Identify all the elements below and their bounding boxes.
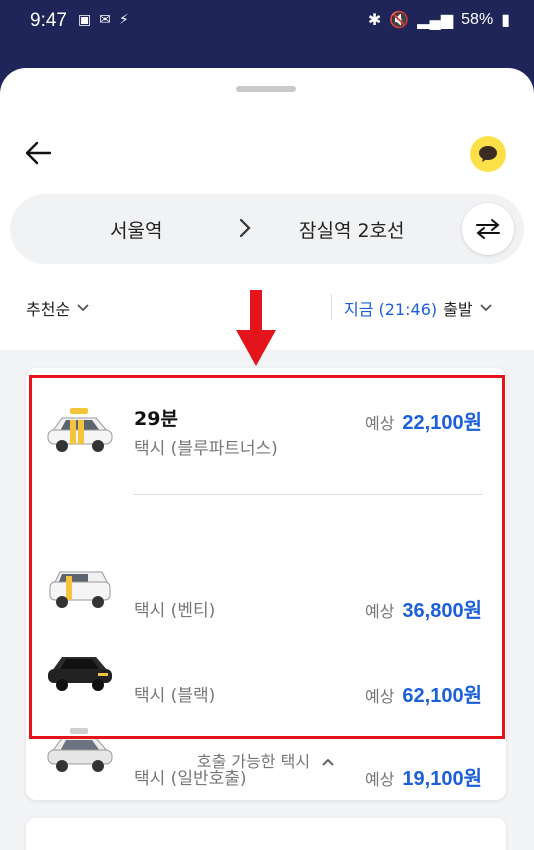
- chat-bubble-icon[interactable]: [470, 136, 506, 172]
- bluetooth-icon: ✱: [367, 12, 382, 29]
- depart-time: 지금 (21:46): [344, 300, 438, 319]
- mute-icon: 🔇: [389, 12, 410, 29]
- bottom-sheet: 서울역 잠실역 2호선 추천순 지금 (21:46) 출발 29분 택시 (블루…: [0, 68, 534, 850]
- chevron-right-icon: [238, 217, 252, 243]
- signal-icon: ▂▄▆: [417, 12, 454, 29]
- status-bar: 9:47 ▣ ✉ ⚡ ✱ 🔇 ▂▄▆ 58% ▮: [0, 0, 534, 46]
- sort-label: 추천순: [26, 300, 71, 319]
- route-bar: 서울역 잠실역 2호선: [10, 194, 524, 264]
- collapse-toggle[interactable]: 호출 가능한 택시: [26, 748, 506, 772]
- status-time: 9:47: [30, 10, 67, 31]
- highlight-box: [29, 375, 505, 739]
- sort-dropdown[interactable]: 추천순: [26, 296, 90, 320]
- chevron-down-icon: [479, 304, 492, 312]
- chevron-up-icon: [322, 758, 334, 766]
- status-right: ✱ 🔇 ▂▄▆ 58% ▮: [368, 10, 510, 30]
- app-icon: ⚡: [118, 12, 129, 28]
- status-notification-icons: ▣ ✉ ⚡: [78, 12, 129, 28]
- down-arrow-indicator: [236, 290, 276, 372]
- depart-time-dropdown[interactable]: 지금 (21:46) 출발: [344, 296, 493, 320]
- chevron-down-icon: [77, 304, 89, 312]
- filter-divider: [331, 294, 332, 320]
- depart-label: 출발: [443, 300, 473, 319]
- next-card: [26, 818, 506, 850]
- back-arrow-icon[interactable]: [22, 136, 56, 170]
- mail-icon: ✉: [99, 12, 111, 28]
- origin-station[interactable]: 서울역: [110, 216, 162, 243]
- battery-text: 58%: [461, 11, 494, 28]
- battery-icon: ▮: [501, 12, 510, 29]
- drag-handle[interactable]: [236, 86, 296, 92]
- collapse-toggle-label: 호출 가능한 택시: [196, 752, 311, 771]
- image-icon: ▣: [78, 12, 92, 28]
- destination-station[interactable]: 잠실역 2호선: [299, 216, 405, 243]
- swap-icon[interactable]: [462, 203, 514, 255]
